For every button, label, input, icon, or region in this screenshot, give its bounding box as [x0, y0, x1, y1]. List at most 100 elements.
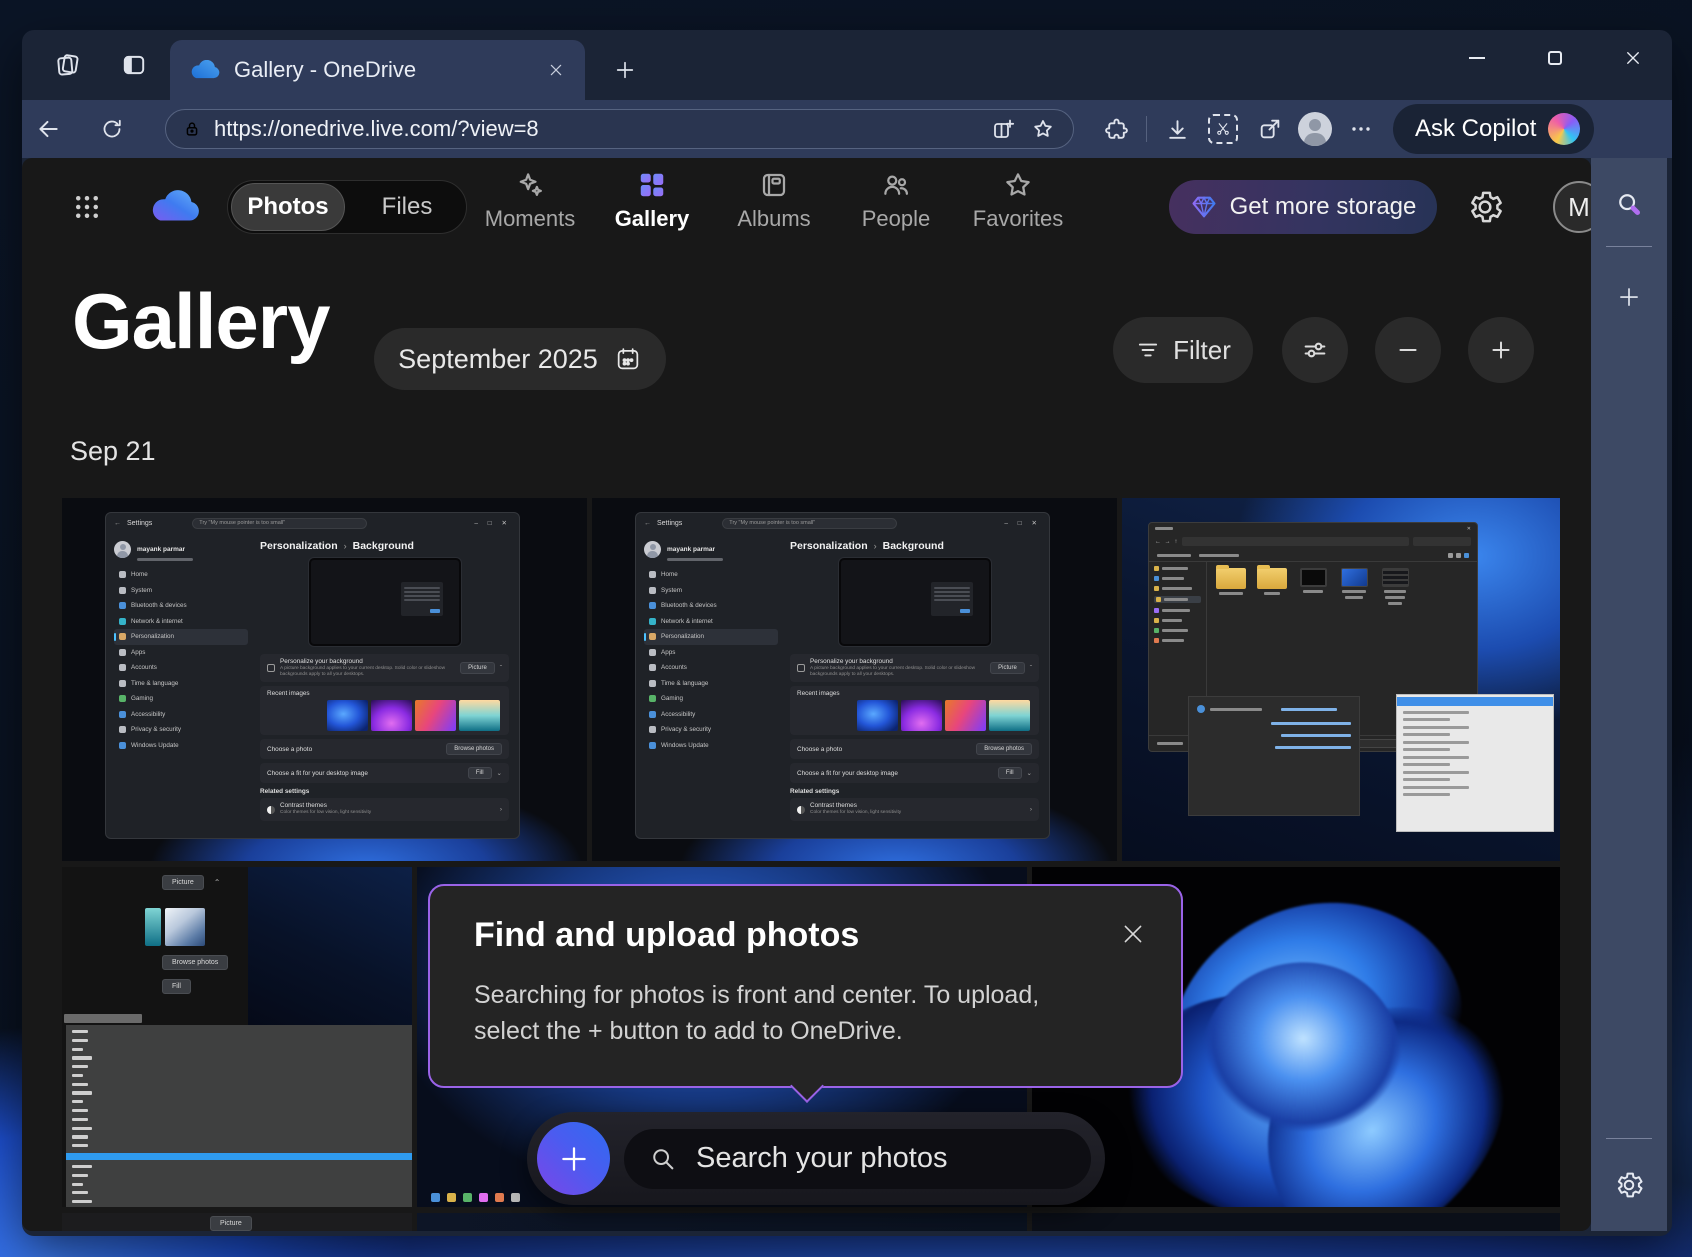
- calendar-icon: [614, 345, 642, 373]
- photo-preview-monitor: [309, 558, 461, 646]
- photo-thumbnail-settings-1[interactable]: ← Settings Try "My mouse pointer is too …: [62, 498, 587, 861]
- photo-account: mayank parmar: [644, 538, 778, 561]
- photo-settings-window: ← Settings Try "My mouse pointer is too …: [105, 512, 520, 839]
- tooltip-close-icon[interactable]: [1113, 914, 1153, 954]
- photo-thumbnail-partial-2[interactable]: [417, 1213, 1027, 1231]
- tab-actions-icon[interactable]: [114, 45, 154, 85]
- tooltip-body: Searching for photos is front and center…: [474, 977, 1094, 1050]
- photo-contrast-icon: [797, 806, 805, 814]
- onedrive-settings-gear-icon[interactable]: [1465, 187, 1505, 227]
- zoom-in-button[interactable]: [1468, 317, 1534, 383]
- add-photos-button[interactable]: [537, 1122, 610, 1195]
- sidebar-add-icon[interactable]: [1605, 273, 1653, 321]
- nav-people[interactable]: People: [850, 170, 942, 232]
- extensions-icon[interactable]: [1096, 109, 1136, 149]
- photo-window-controls: – □ ✕: [1004, 519, 1041, 527]
- workspaces-icon[interactable]: [48, 45, 88, 85]
- tab-strip: Gallery - OneDrive: [22, 30, 1672, 100]
- diamond-icon: [1190, 193, 1218, 221]
- browser-window: Gallery - OneDrive: [22, 30, 1672, 1236]
- sidebar-search-icon[interactable]: [1605, 180, 1653, 228]
- photo-account-name: mayank parmar: [667, 546, 715, 553]
- photo-settings-title: Settings: [127, 520, 152, 527]
- add-plus-icon: [557, 1142, 591, 1176]
- nav-moments[interactable]: Moments: [484, 170, 576, 232]
- search-icon: [648, 1144, 678, 1174]
- split-screen-icon[interactable]: [983, 109, 1023, 149]
- address-bar[interactable]: https://onedrive.live.com/?view=8: [165, 109, 1074, 149]
- toggle-files[interactable]: Files: [351, 183, 463, 231]
- toggle-photos[interactable]: Photos: [231, 183, 345, 231]
- photo-account-avatar: [644, 541, 661, 558]
- minimize-button[interactable]: [1438, 30, 1516, 86]
- photo-settings-titlebar: ← Settings Try "My mouse pointer is too …: [636, 513, 1049, 533]
- photo-taskbar: [431, 1193, 520, 1202]
- photo-settings-title: Settings: [657, 520, 682, 527]
- onedrive-logo[interactable]: [150, 184, 200, 230]
- page-title: Gallery: [72, 276, 330, 367]
- more-menu-icon[interactable]: [1341, 109, 1381, 149]
- filter-button[interactable]: Filter: [1113, 317, 1253, 383]
- photo-settings-sidebar: mayank parmar Home System Bluetooth & de…: [106, 533, 254, 838]
- maximize-button[interactable]: [1516, 30, 1594, 86]
- sidebar-settings-gear-icon[interactable]: [1605, 1161, 1653, 1209]
- tooltip-title: Find and upload photos: [474, 916, 1141, 955]
- tab-title: Gallery - OneDrive: [234, 57, 541, 83]
- photo-back-icon: ←: [114, 520, 121, 527]
- month-filter-button[interactable]: September 2025: [374, 328, 666, 390]
- url-text: https://onedrive.live.com/?view=8: [214, 116, 983, 142]
- people-icon: [881, 170, 911, 200]
- photo-widgets-panel: [1188, 696, 1360, 816]
- edge-sidebar: [1591, 158, 1667, 1231]
- nav-favorites[interactable]: Favorites: [972, 170, 1064, 232]
- search-input[interactable]: Search your photos: [624, 1129, 1091, 1189]
- back-icon[interactable]: [28, 109, 68, 149]
- photo-filetype-list: [66, 1025, 412, 1207]
- zoom-out-button[interactable]: [1375, 317, 1441, 383]
- albums-icon: [759, 170, 789, 200]
- lock-icon: [182, 118, 202, 140]
- sparkle-icon: [515, 170, 545, 200]
- downloads-icon[interactable]: [1157, 109, 1197, 149]
- photo-thumbnail-settings-crop[interactable]: Picture⌃ Browse photos Fill: [62, 867, 412, 1207]
- ask-copilot-button[interactable]: Ask Copilot: [1393, 104, 1594, 154]
- refresh-icon[interactable]: [92, 109, 132, 149]
- view-options-button[interactable]: [1282, 317, 1348, 383]
- photo-settings-sidebar: mayank parmar Home System Bluetooth & de…: [636, 533, 784, 838]
- photo-settings-searchbox: Try "My mouse pointer is too small": [722, 518, 897, 529]
- photo-settings-titlebar: ← Settings Try "My mouse pointer is too …: [106, 513, 519, 533]
- share-icon[interactable]: [1249, 109, 1289, 149]
- account-avatar[interactable]: M: [1553, 181, 1591, 233]
- new-tab-button[interactable]: [607, 52, 643, 88]
- star-icon: [1003, 170, 1033, 200]
- favorite-star-icon[interactable]: [1023, 109, 1063, 149]
- windows-desktop: Gallery - OneDrive: [0, 0, 1692, 1257]
- browser-tab[interactable]: Gallery - OneDrive: [170, 40, 585, 100]
- photo-back-icon: ←: [644, 520, 651, 527]
- browser-toolbar: https://onedrive.live.com/?view=8: [22, 100, 1672, 158]
- photo-thumbnail-partial-1[interactable]: Picture: [62, 1213, 412, 1231]
- photo-account: mayank parmar: [114, 538, 248, 561]
- photos-files-toggle: Photos Files: [227, 180, 467, 234]
- screenshot-icon[interactable]: [1203, 109, 1243, 149]
- nav-albums[interactable]: Albums: [728, 170, 820, 232]
- photo-thumbnail-settings-2[interactable]: ← Settings Try "My mouse pointer is too …: [592, 498, 1117, 861]
- photo-breadcrumb: Personalization › Background: [260, 540, 509, 552]
- photo-settings-window: ← Settings Try "My mouse pointer is too …: [635, 512, 1050, 839]
- photo-thumbnail-explorer[interactable]: ✕ ← → ↑: [1122, 498, 1560, 861]
- plus-icon: [1488, 337, 1514, 363]
- close-button[interactable]: [1594, 30, 1672, 86]
- nav-gallery[interactable]: Gallery: [606, 170, 698, 232]
- get-more-storage-button[interactable]: Get more storage: [1169, 180, 1437, 234]
- profile-icon[interactable]: [1295, 109, 1335, 149]
- photo-account-name: mayank parmar: [137, 546, 185, 553]
- filter-icon: [1135, 337, 1161, 363]
- copilot-icon: [1548, 113, 1580, 145]
- photo-thumbnail-partial-3[interactable]: [1032, 1213, 1560, 1231]
- tab-close-icon[interactable]: [541, 55, 571, 85]
- onedrive-nav: Moments Gallery Albums: [484, 170, 1064, 232]
- teaching-tooltip: Find and upload photos Searching for pho…: [428, 884, 1183, 1088]
- date-group-label: Sep 21: [70, 436, 156, 467]
- photo-window-controls: – □ ✕: [474, 519, 511, 527]
- app-launcher-icon[interactable]: [66, 186, 108, 228]
